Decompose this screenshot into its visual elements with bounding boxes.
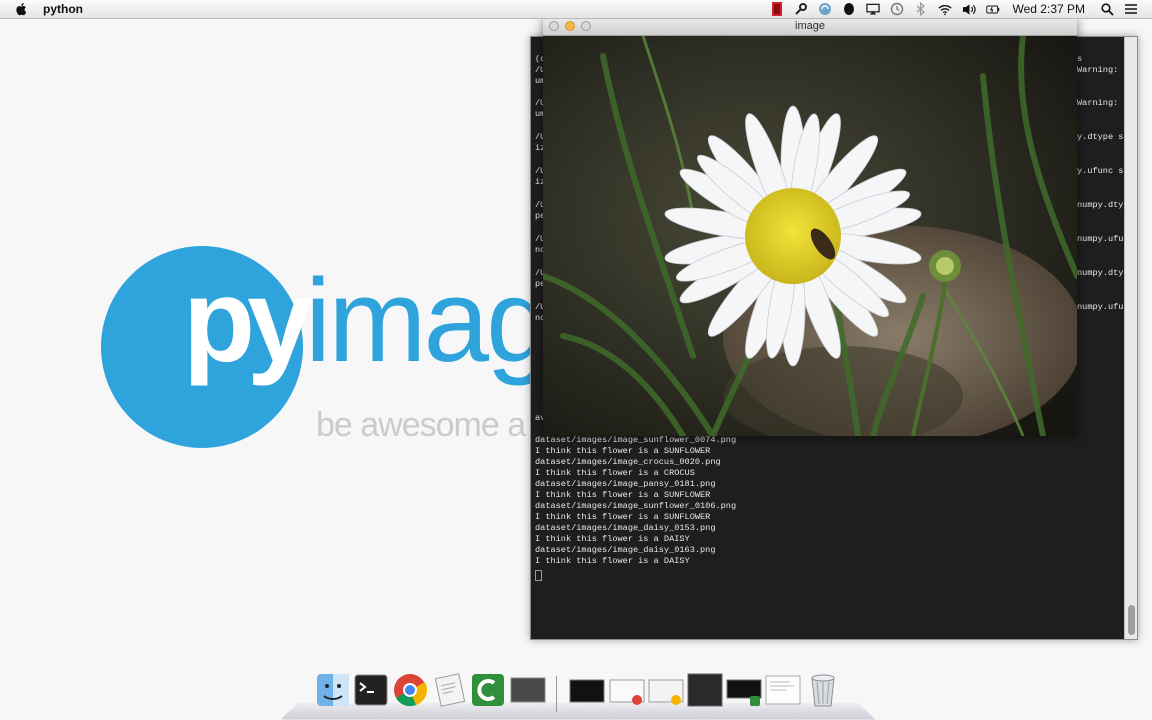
trash-icon[interactable]	[805, 672, 841, 708]
finder-icon[interactable]	[315, 672, 351, 708]
volume-icon[interactable]	[962, 2, 976, 16]
terminal-fragment: y.dtype s	[1077, 132, 1124, 142]
evernote-icon[interactable]	[842, 2, 856, 16]
wifi-icon[interactable]	[937, 2, 952, 16]
window-thumbnail-icon[interactable]	[569, 672, 605, 708]
terminal-line: I think this flower is a SUNFLOWER	[535, 512, 711, 522]
preview-icon[interactable]	[432, 672, 468, 708]
terminal-line: dataset/images/image_pansy_0181.png	[535, 479, 716, 489]
terminal-line: dataset/images/image_daisy_0163.png	[535, 545, 716, 555]
dock-separator	[556, 676, 557, 712]
terminal-fragment: Warning: n	[1077, 98, 1129, 108]
terminal-cursor	[535, 570, 542, 581]
image-window-title: image	[795, 20, 825, 32]
logo-text-image: imag	[305, 255, 552, 387]
close-button[interactable]	[549, 21, 559, 31]
terminal-fragment: numpy.dty	[1077, 200, 1124, 210]
list-icon[interactable]	[1124, 2, 1138, 16]
terminal-fragment: numpy.ufu	[1077, 234, 1124, 244]
window-thumbnail-icon[interactable]	[765, 672, 801, 708]
terminal-scroll-thumb[interactable]	[1128, 605, 1135, 635]
time-machine-icon[interactable]	[890, 2, 904, 16]
terminal-line: dataset/images/image_sunflower_0106.png	[535, 501, 737, 511]
terminal-line: I think this flower is a CROCUS	[535, 468, 695, 478]
recycle-icon[interactable]	[818, 2, 832, 16]
terminal-line: dataset/images/image_sunflower_0074.png	[535, 435, 737, 445]
terminal-fragment: numpy.dty	[1077, 268, 1124, 278]
terminal-line: I think this flower is a DAISY	[535, 556, 690, 566]
menu-bar: python Wed 2:37 PM	[0, 0, 1152, 19]
terminal-fragment: y.ufunc s	[1077, 166, 1124, 176]
wrench-icon[interactable]	[794, 2, 808, 16]
search-icon[interactable]	[1100, 2, 1114, 16]
terminal-scrollbar[interactable]	[1124, 37, 1137, 639]
terminal-fragment: numpy.ufu	[1077, 302, 1124, 312]
window-thumbnail-icon[interactable]	[510, 672, 546, 708]
status-area: Wed 2:37 PM	[765, 0, 1152, 18]
airplay-icon[interactable]	[865, 2, 880, 16]
zoom-button[interactable]	[581, 21, 591, 31]
logo-tagline: be awesome a	[316, 406, 526, 444]
bluetooth-icon[interactable]	[914, 2, 928, 16]
image-window[interactable]: image	[543, 17, 1077, 436]
apple-icon[interactable]	[15, 2, 29, 16]
terminal-fragment: s	[1077, 54, 1083, 64]
minimize-button[interactable]	[565, 21, 575, 31]
battery-icon[interactable]	[985, 2, 1000, 16]
terminal-line: I think this flower is a SUNFLOWER	[535, 446, 711, 456]
window-thumbnail-icon[interactable]	[648, 672, 684, 708]
daisy-photo	[543, 36, 1077, 436]
terminal-line: dataset/images/image_crocus_0020.png	[535, 457, 721, 467]
logo-text-py: py	[183, 255, 313, 387]
red-flag-icon[interactable]	[770, 2, 784, 16]
app-menu-python[interactable]: python	[43, 2, 83, 16]
image-window-titlebar[interactable]: image	[543, 17, 1077, 36]
window-thumbnail-icon[interactable]	[726, 672, 762, 708]
terminal-fragment: Warning: n	[1077, 65, 1129, 75]
terminal-line: I think this flower is a DAISY	[535, 534, 690, 544]
terminal-line: dataset/images/image_daisy_0153.png	[535, 523, 716, 533]
terminal-icon[interactable]	[353, 672, 389, 708]
terminal-line: I think this flower is a SUNFLOWER	[535, 490, 711, 500]
window-thumbnail-icon[interactable]	[687, 672, 723, 708]
camtasia-icon[interactable]	[470, 672, 506, 708]
menu-clock[interactable]: Wed 2:37 PM	[1013, 2, 1085, 16]
chrome-icon[interactable]	[392, 672, 428, 708]
window-thumbnail-icon[interactable]	[609, 672, 645, 708]
